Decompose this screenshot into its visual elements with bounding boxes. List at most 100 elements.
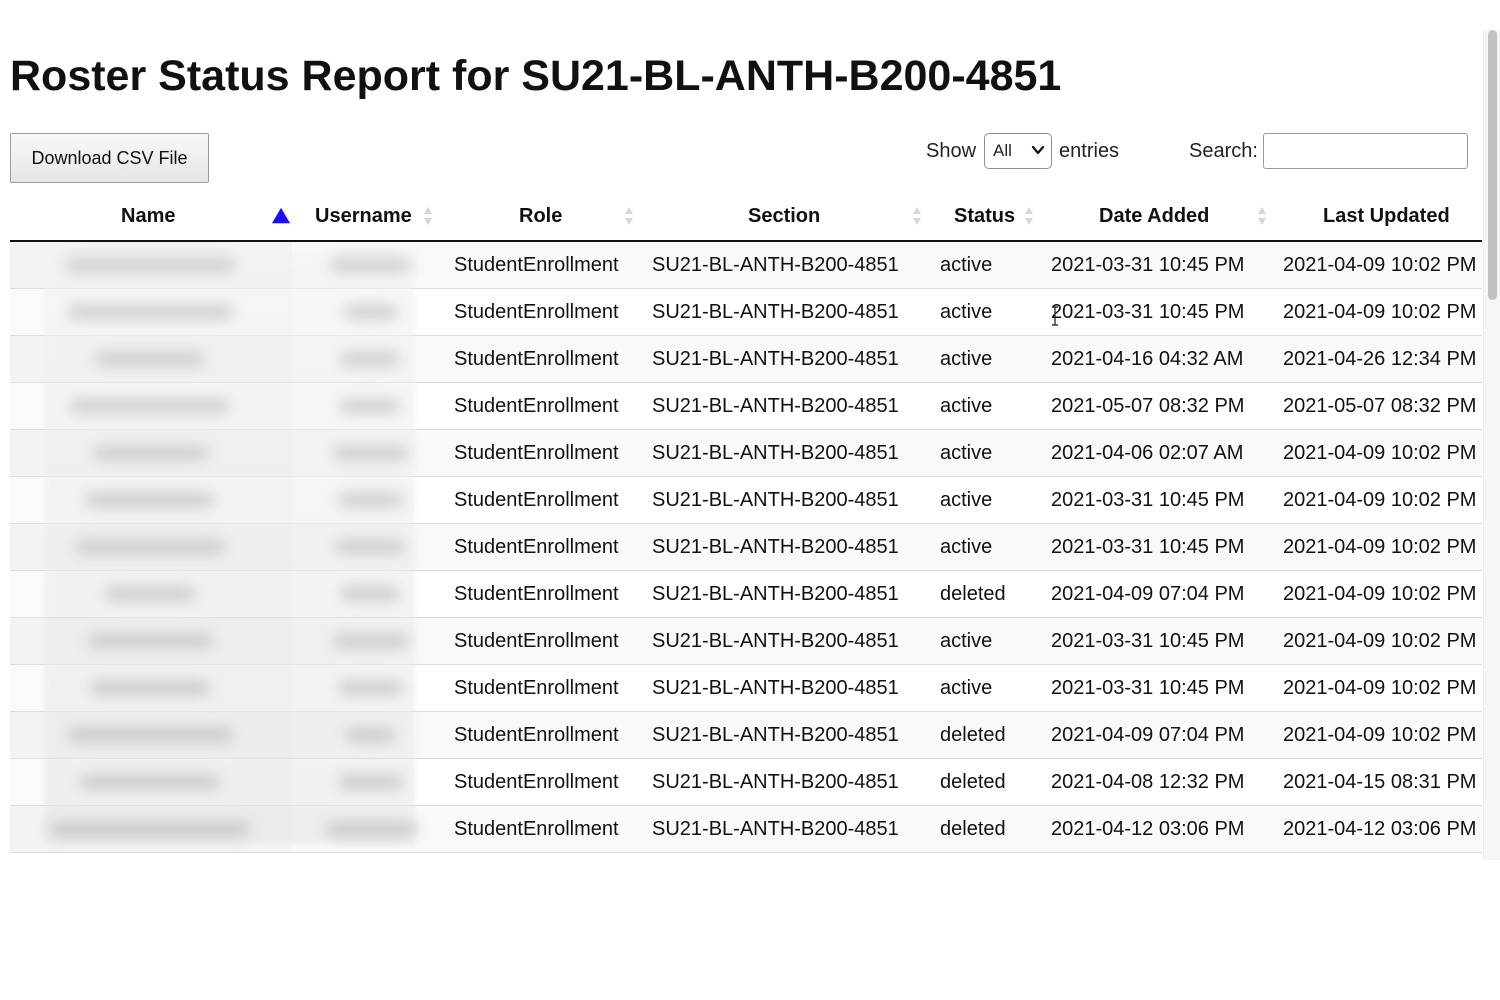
- cell-section: SU21-BL-ANTH-B200-4851: [640, 288, 930, 336]
- redacted-name: [70, 399, 230, 413]
- cell-name-redacted: [10, 476, 292, 524]
- page-scrollbar[interactable]: [1483, 30, 1500, 860]
- cell-section: SU21-BL-ANTH-B200-4851: [640, 711, 930, 759]
- redacted-username: [337, 681, 403, 695]
- cell-date-added: 2021-03-31 10:45 PM: [1041, 476, 1273, 524]
- cell-last-updated: 2021-04-15 08:31 PM: [1273, 758, 1482, 806]
- cell-name-redacted: [10, 382, 292, 430]
- column-header-role[interactable]: Role: [442, 193, 640, 242]
- sort-ascending-icon[interactable]: [269, 206, 293, 226]
- cell-section: SU21-BL-ANTH-B200-4851: [640, 664, 930, 712]
- sort-both-icon[interactable]: [1024, 205, 1034, 227]
- cell-role: StudentEnrollment: [442, 476, 640, 524]
- cell-section: SU21-BL-ANTH-B200-4851: [640, 523, 930, 571]
- column-header-name[interactable]: Name: [10, 193, 293, 242]
- column-header-date-added[interactable]: Date Added: [1041, 193, 1273, 242]
- column-header-last-updated[interactable]: Last Updated: [1273, 193, 1482, 242]
- column-header-label: Last Updated: [1323, 205, 1450, 227]
- table-row: StudentEnrollment SU21-BL-ANTH-B200-4851 d…: [10, 711, 1482, 759]
- cell-status: deleted: [930, 711, 1041, 759]
- cell-section: SU21-BL-ANTH-B200-4851: [640, 241, 930, 289]
- cell-status: active: [930, 429, 1041, 477]
- cell-date-added: 2021-03-31 10:45 PM: [1041, 523, 1273, 571]
- cell-section: SU21-BL-ANTH-B200-4851: [640, 570, 930, 618]
- cell-role: StudentEnrollment: [442, 664, 640, 712]
- sort-both-icon[interactable]: [1257, 205, 1267, 227]
- cell-last-updated: 2021-04-09 10:02 PM: [1273, 429, 1482, 477]
- redacted-username: [332, 446, 408, 460]
- cell-status: active: [930, 523, 1041, 571]
- column-header-username[interactable]: Username: [292, 193, 442, 242]
- table-row: StudentEnrollment SU21-BL-ANTH-B200-4851 a…: [10, 288, 1482, 336]
- download-csv-button[interactable]: Download CSV File: [10, 133, 209, 183]
- cell-section: SU21-BL-ANTH-B200-4851: [640, 429, 930, 477]
- cell-username-redacted: [292, 335, 442, 383]
- cell-name-redacted: [10, 429, 292, 477]
- cell-name-redacted: [10, 570, 292, 618]
- entries-length-control: Show All entries: [926, 133, 1119, 169]
- cell-username-redacted: [292, 241, 442, 289]
- cell-role: StudentEnrollment: [442, 335, 640, 383]
- cell-last-updated: 2021-04-09 10:02 PM: [1273, 664, 1482, 712]
- cell-section: SU21-BL-ANTH-B200-4851: [640, 758, 930, 806]
- cell-username-redacted: [292, 476, 442, 524]
- cell-last-updated: 2021-04-09 10:02 PM: [1273, 288, 1482, 336]
- cell-section: SU21-BL-ANTH-B200-4851: [640, 382, 930, 430]
- redacted-name: [80, 775, 220, 789]
- table-row: StudentEnrollment SU21-BL-ANTH-B200-4851 a…: [10, 429, 1482, 477]
- redacted-username: [337, 493, 403, 507]
- cell-role: StudentEnrollment: [442, 288, 640, 336]
- cell-username-redacted: [292, 758, 442, 806]
- redacted-username: [330, 258, 410, 272]
- sort-both-icon[interactable]: [423, 205, 433, 227]
- cell-username-redacted: [292, 429, 442, 477]
- cell-username-redacted: [292, 805, 442, 853]
- cell-date-added: 2021-05-07 08:32 PM: [1041, 382, 1273, 430]
- cell-status: active: [930, 382, 1041, 430]
- cell-name-redacted: [10, 288, 292, 336]
- cell-role: StudentEnrollment: [442, 523, 640, 571]
- entries-label: entries: [1059, 139, 1120, 162]
- sort-both-icon[interactable]: [912, 205, 922, 227]
- cell-section: SU21-BL-ANTH-B200-4851: [640, 476, 930, 524]
- column-header-label: Name: [121, 205, 176, 227]
- cell-role: StudentEnrollment: [442, 805, 640, 853]
- redacted-username: [335, 540, 405, 554]
- redacted-username: [332, 634, 408, 648]
- cell-name-redacted: [10, 805, 292, 853]
- cell-section: SU21-BL-ANTH-B200-4851: [640, 335, 930, 383]
- cell-section: SU21-BL-ANTH-B200-4851: [640, 617, 930, 665]
- column-header-section[interactable]: Section: [640, 193, 930, 242]
- redacted-username: [345, 728, 395, 742]
- search-input[interactable]: [1262, 133, 1468, 169]
- column-header-status[interactable]: Status: [930, 193, 1041, 242]
- cell-last-updated: 2021-04-09 10:02 PM: [1273, 476, 1482, 524]
- cell-last-updated: 2021-04-09 10:02 PM: [1273, 570, 1482, 618]
- cell-username-redacted: [292, 617, 442, 665]
- cell-username-redacted: [292, 711, 442, 759]
- redacted-username: [340, 399, 400, 413]
- cell-last-updated: 2021-04-09 10:02 PM: [1273, 617, 1482, 665]
- cell-last-updated: 2021-04-09 10:02 PM: [1273, 241, 1482, 289]
- redacted-name: [50, 822, 250, 836]
- redacted-name: [105, 587, 195, 601]
- cell-date-added: 2021-03-31 10:45 PM: [1041, 288, 1273, 336]
- table-row: StudentEnrollment SU21-BL-ANTH-B200-4851 a…: [10, 476, 1482, 524]
- roster-table-container: Name Username Role Section Status Date A…: [10, 193, 1482, 861]
- show-label: Show: [926, 139, 977, 162]
- column-header-label: Username: [315, 205, 412, 227]
- table-row: StudentEnrollment SU21-BL-ANTH-B200-4851 a…: [10, 335, 1482, 383]
- entries-select[interactable]: All: [984, 133, 1053, 169]
- text-cursor-icon: [1052, 306, 1058, 326]
- cell-date-added: 2021-04-09 07:04 PM: [1041, 570, 1273, 618]
- column-header-label: Role: [519, 205, 563, 227]
- scrollbar-thumb[interactable]: [1488, 30, 1497, 300]
- redacted-username: [340, 587, 400, 601]
- cell-last-updated: 2021-04-09 10:02 PM: [1273, 711, 1482, 759]
- cell-role: StudentEnrollment: [442, 711, 640, 759]
- roster-table: Name Username Role Section Status Date A…: [10, 193, 1482, 853]
- table-header-row: Name Username Role Section Status Date A…: [10, 193, 1482, 242]
- cell-status: deleted: [930, 570, 1041, 618]
- sort-both-icon[interactable]: [624, 205, 634, 227]
- table-row: StudentEnrollment SU21-BL-ANTH-B200-4851 a…: [10, 617, 1482, 665]
